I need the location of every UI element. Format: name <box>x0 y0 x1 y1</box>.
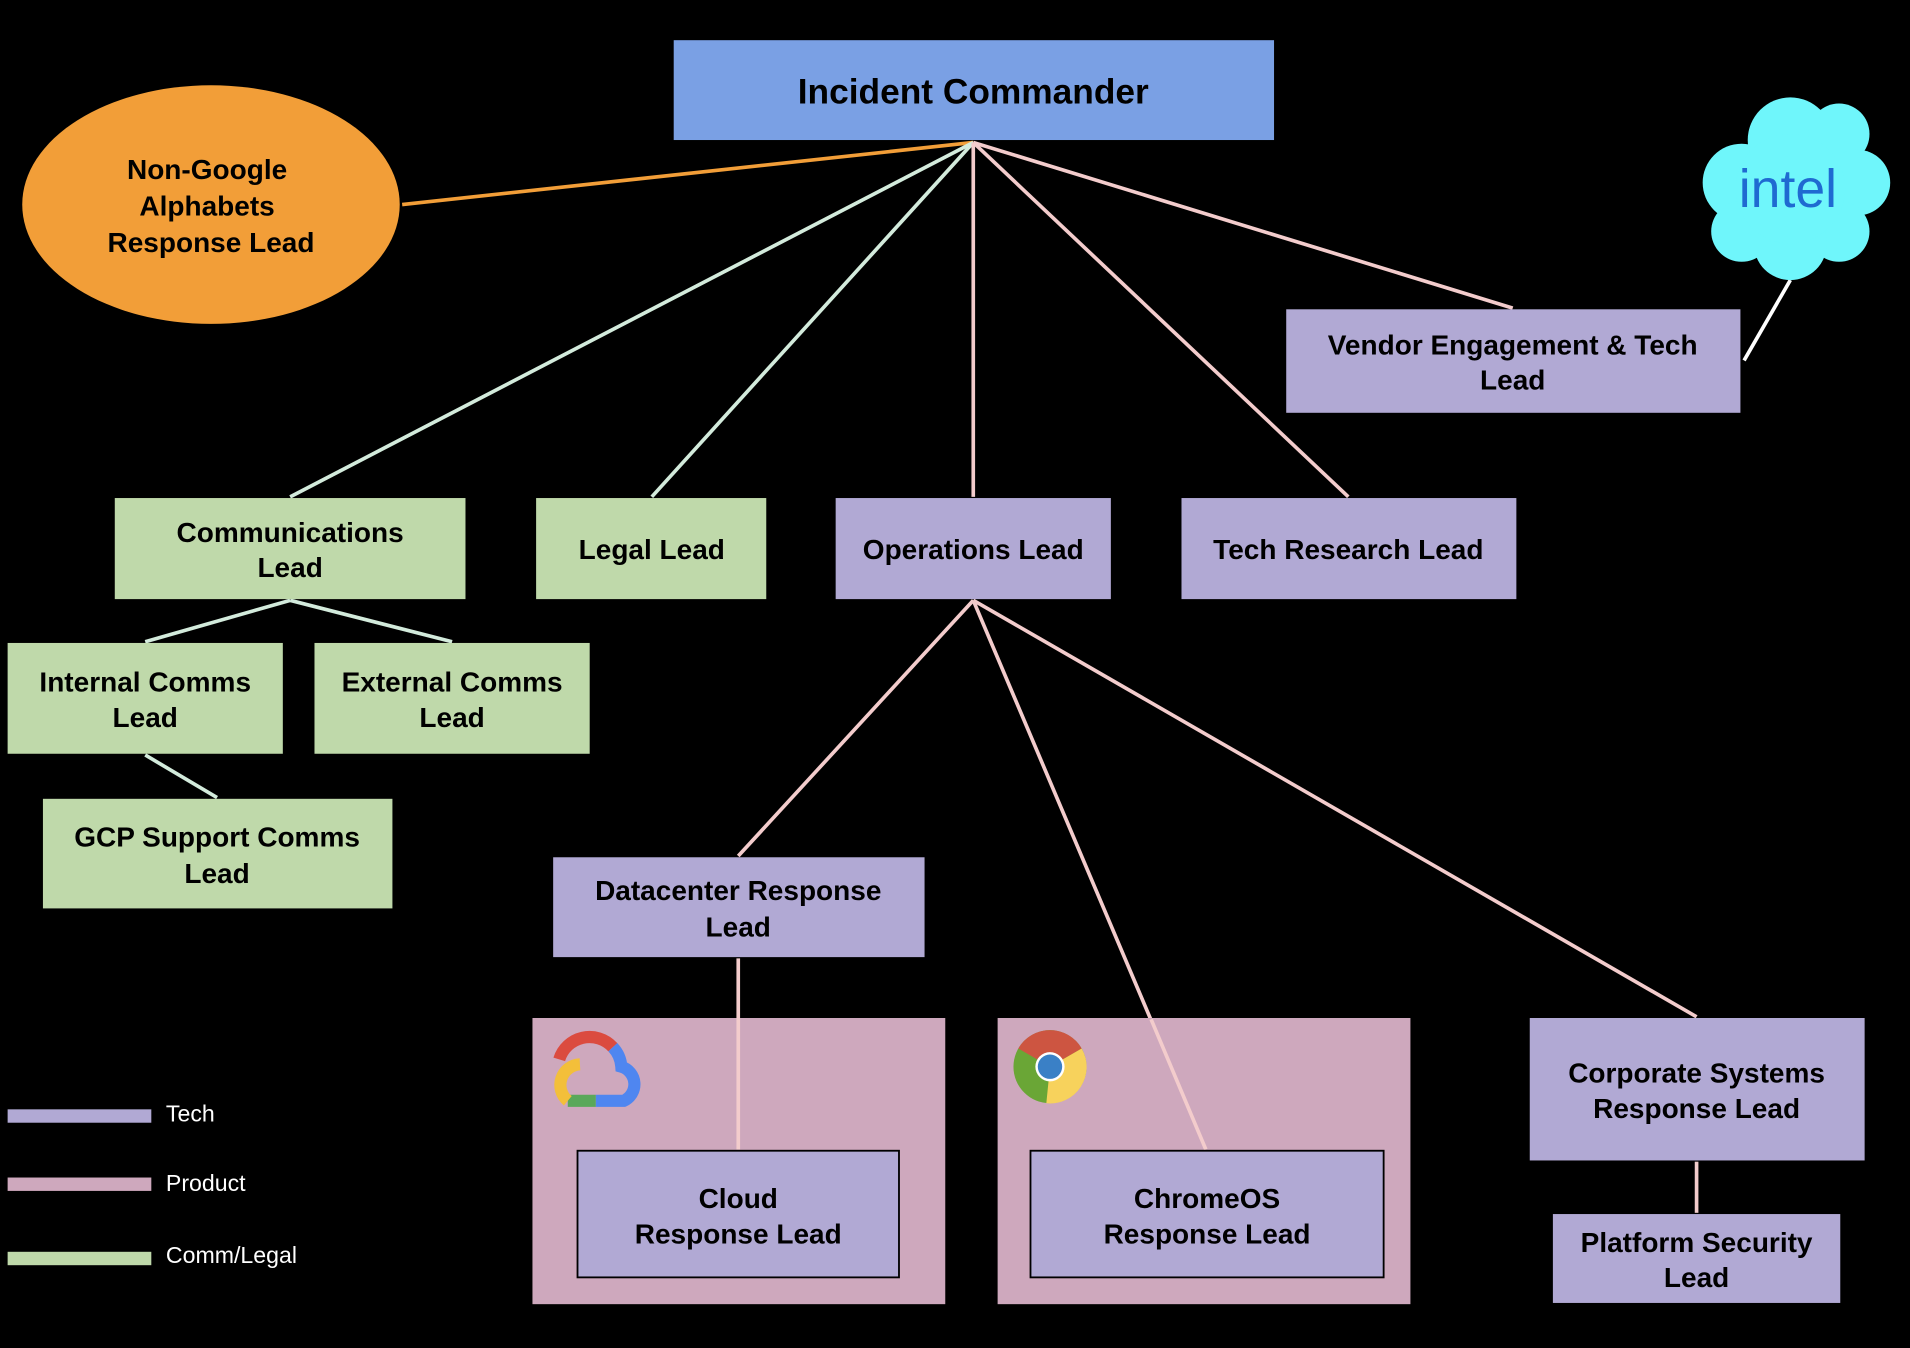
node-label: Response Lead <box>1104 1218 1311 1249</box>
legend-item-product: Product <box>7 1170 246 1196</box>
connector-commander-vendor <box>972 140 1514 310</box>
node-label: Response Lead <box>108 227 315 258</box>
node-label: Communications <box>177 517 404 548</box>
node-label: Vendor Engagement & Tech <box>1328 329 1698 360</box>
legend: Tech Product Comm/Legal <box>7 1101 297 1268</box>
svg-text:Operations Lead: Operations Lead <box>863 534 1084 565</box>
svg-text:Incident Commander: Incident Commander <box>798 73 1149 112</box>
legend-swatch <box>7 1177 152 1191</box>
org-chart: intel Incident Commander Non-Google Alph… <box>7 40 1891 1305</box>
node-external-comms-lead[interactable]: External Comms Lead <box>314 642 590 754</box>
connector-comms-external <box>289 598 453 644</box>
node-label: Internal Comms <box>39 667 251 698</box>
node-label: Incident Commander <box>798 73 1149 112</box>
connector-ops-corporate <box>972 598 1698 1019</box>
node-chromeos-response-lead[interactable]: ChromeOS Response Lead <box>1029 1149 1385 1279</box>
node-label: Operations Lead <box>863 534 1084 565</box>
node-non-google-response-lead[interactable]: Non-Google Alphabets Response Lead <box>22 85 400 324</box>
node-gcp-support-comms-lead[interactable]: GCP Support Comms Lead <box>42 798 393 909</box>
node-label: Lead <box>706 911 771 942</box>
connector-comms-internal <box>144 598 291 644</box>
node-label: Lead <box>184 858 249 889</box>
node-label: Corporate Systems <box>1568 1058 1825 1089</box>
node-internal-comms-lead[interactable]: Internal Comms Lead <box>7 642 283 754</box>
node-label: Lead <box>113 702 178 733</box>
node-label: Non-Google <box>127 154 287 185</box>
legend-swatch <box>7 1251 152 1266</box>
node-label: Legal Lead <box>579 534 725 565</box>
node-label: GCP Support Comms <box>74 821 360 852</box>
node-label: Datacenter Response <box>595 875 881 906</box>
intel-logo: intel <box>1739 160 1837 219</box>
node-label: Tech Research Lead <box>1213 534 1483 565</box>
node-corporate-systems-response-lead[interactable]: Corporate Systems Response Lead <box>1529 1018 1865 1161</box>
node-cloud-response-lead[interactable]: Cloud Response Lead <box>576 1149 900 1279</box>
connector-commander-nongoogle <box>401 140 974 207</box>
node-label: Response Lead <box>1593 1093 1800 1124</box>
legend-item-comm-legal: Comm/Legal <box>7 1242 297 1268</box>
node-label: Response Lead <box>635 1218 842 1249</box>
legend-label: Product <box>166 1170 246 1196</box>
connector-vendor-intel <box>1742 279 1792 362</box>
connector-ops-datacenter <box>736 599 975 858</box>
node-tech-research-lead[interactable]: Tech Research Lead <box>1181 498 1517 600</box>
node-label: Alphabets <box>139 191 274 222</box>
legend-label: Tech <box>166 1101 215 1127</box>
node-vendor-engagement-lead[interactable]: Vendor Engagement & Tech Lead <box>1286 309 1741 413</box>
svg-text:Tech Research Lead: Tech Research Lead <box>1213 534 1483 565</box>
node-label: External Comms <box>342 667 563 698</box>
node-label: Lead <box>257 552 322 583</box>
node-label: Platform Security <box>1581 1227 1813 1258</box>
node-label: Cloud <box>699 1183 778 1214</box>
node-incident-commander[interactable]: Incident Commander <box>673 40 1275 141</box>
chrome-logo-icon <box>1013 1030 1087 1104</box>
node-label: Lead <box>1480 365 1545 396</box>
node-label: Lead <box>1664 1262 1729 1293</box>
node-operations-lead[interactable]: Operations Lead <box>835 498 1111 600</box>
node-label: ChromeOS <box>1134 1183 1280 1214</box>
node-datacenter-response-lead[interactable]: Datacenter Response Lead <box>553 857 925 958</box>
svg-text:Legal Lead: Legal Lead <box>579 534 725 565</box>
node-platform-security-lead[interactable]: Platform Security Lead <box>1552 1214 1841 1303</box>
legend-label: Comm/Legal <box>166 1242 297 1268</box>
connector-commander-legal <box>650 141 975 499</box>
legend-swatch <box>7 1109 152 1123</box>
node-legal-lead[interactable]: Legal Lead <box>536 498 767 600</box>
node-label: Lead <box>419 702 484 733</box>
legend-item-tech: Tech <box>7 1101 215 1127</box>
node-communications-lead[interactable]: Communications Lead <box>114 498 466 600</box>
connector-internal-gcp <box>144 753 219 800</box>
